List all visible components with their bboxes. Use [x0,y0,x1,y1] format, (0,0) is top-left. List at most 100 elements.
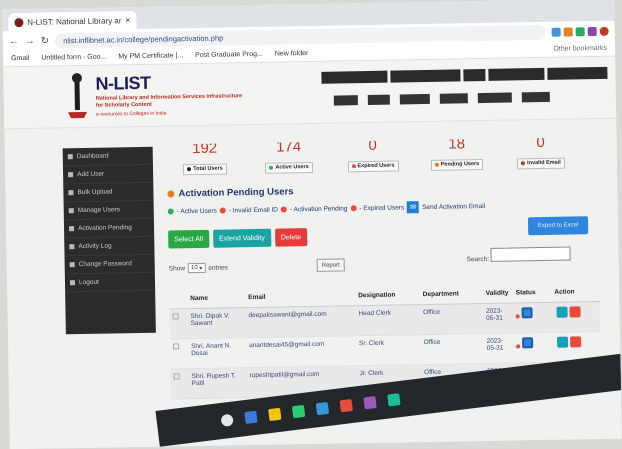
edit-icon[interactable] [557,336,569,348]
col-action[interactable]: Action [551,281,600,303]
cell-action [551,301,600,333]
taskbar-app-icon[interactable] [339,398,353,413]
site-favicon-icon [14,17,24,27]
extension-icon[interactable] [551,27,561,37]
stat-value: 192 [192,143,218,158]
col-status[interactable]: Status [512,282,552,304]
sidebar-item-dashboard[interactable]: Dashboard [62,146,153,167]
nav-item[interactable] [367,94,390,106]
bookmark-untitled-form[interactable]: Untitled form - Goo... [41,54,106,62]
pending-dot-icon [280,206,288,213]
nav-item[interactable] [439,93,468,104]
row-checkbox[interactable] [173,343,180,350]
col-validity[interactable]: Validity [482,283,513,304]
sidebar-item-logout[interactable]: Logout [64,272,156,293]
bulk-actions: Select All Extend Validity Delete Export… [168,216,608,250]
reload-icon[interactable]: ↻ [41,35,50,46]
status-button[interactable] [521,307,534,319]
active-users-button[interactable]: Active Users [265,161,313,174]
extend-validity-button[interactable]: Extend Validity [212,228,271,248]
taskbar-app-icon[interactable] [387,393,401,407]
sidebar-item-activation-pending[interactable]: Activation Pending [63,218,155,239]
cell-designation: Head Clerk [355,304,421,336]
pending-dot-icon [167,190,175,198]
cell-validity: 2023-05-31 [483,333,514,364]
taskbar-app-icon[interactable] [291,404,306,419]
log-icon [69,244,75,250]
nav-item[interactable] [477,92,512,104]
close-tab-icon[interactable]: × [125,15,130,25]
cell-name: Shri. Anant N. Desai [187,337,247,369]
export-excel-button[interactable]: Export to Excel [527,216,589,236]
col-email[interactable]: Email [245,286,356,308]
pending-users-button[interactable]: Pending Users [430,158,484,171]
sidebar-item-activity-log[interactable]: Activity Log [64,236,155,257]
cell-department: Office [419,303,484,335]
pending-dot-icon [516,344,521,349]
edit-icon[interactable] [556,306,568,318]
expired-dot-icon [350,205,357,212]
search-input[interactable] [490,246,571,262]
bookmark-gmail[interactable]: Gmail [11,55,29,62]
sidebar-item-add-user[interactable]: Add User [62,164,154,185]
pending-dot-icon [516,314,521,319]
nav-item[interactable] [521,91,550,103]
row-checkbox[interactable] [173,373,180,380]
send-email-icon[interactable]: ✉ [407,201,420,214]
cell-status [512,302,553,334]
browser-tab[interactable]: N-LIST: National Library and Info × [8,11,137,32]
extension-icon[interactable] [587,26,597,36]
active-dot-icon [167,208,174,215]
sidebar-item-manage-users[interactable]: Manage Users [63,200,154,221]
delete-icon[interactable] [570,336,582,348]
invalid-dot-icon [219,207,226,214]
cell-name: Shri. Dipak V. Sawant [187,307,246,339]
forward-icon[interactable]: → [25,35,35,46]
extension-icon[interactable] [563,26,573,37]
start-icon[interactable] [220,413,234,427]
cell-status [513,332,553,363]
col-name[interactable]: Name [187,288,246,309]
legend-send-email: Send Activation Email [422,202,486,211]
stat-value: 18 [448,138,466,153]
sidebar-item-bulk-upload[interactable]: Bulk Upload [63,182,154,203]
taskbar-app-icon[interactable] [363,396,377,410]
user-stats: 192 Total Users 174 Active Users 0 Expir… [167,137,607,177]
back-icon[interactable]: ← [9,36,19,47]
sidebar-item-change-password[interactable]: Change Password [64,254,155,275]
active-users-icon [269,165,274,170]
extension-icon[interactable] [575,26,585,36]
taskbar-app-icon[interactable] [244,410,258,425]
sidebar: Dashboard Add User Bulk Upload Manage Us… [62,146,156,335]
nav-item[interactable] [399,93,430,105]
nlist-logo-icon [68,73,88,119]
partner-logos [321,66,608,84]
expired-users-icon [351,164,356,169]
invalid-email-button[interactable]: Invalid Email [517,157,565,169]
pending-users-icon [434,162,439,167]
taskbar-app-icon[interactable] [315,401,330,416]
stat-value: 0 [368,140,377,155]
search-label: Search: [466,255,490,264]
bookmark-certificate[interactable]: My PM Certificate |... [118,52,183,60]
entries-select[interactable]: 10 ▾ [187,262,206,274]
report-button[interactable]: Report [316,258,345,272]
user-plus-icon [68,172,74,178]
total-users-button[interactable]: Total Users [183,162,227,175]
folder-icon[interactable] [268,407,282,422]
stat-pending-users: 18 Pending Users [425,139,490,172]
col-department[interactable]: Department [419,284,483,305]
profile-avatar-icon[interactable] [599,26,609,36]
main-content: 192 Total Users 174 Active Users 0 Expir… [167,137,611,400]
row-checkbox[interactable] [172,313,179,320]
col-designation[interactable]: Designation [355,285,420,306]
other-bookmarks[interactable]: Other bookmarks [553,45,607,53]
bookmark-pg-prog[interactable]: Post Graduate Prog... [195,51,263,59]
delete-icon[interactable] [569,306,581,318]
status-button[interactable] [522,337,534,349]
nav-item[interactable] [333,95,358,106]
select-all-button[interactable]: Select All [168,229,210,249]
delete-button[interactable]: Delete [274,228,308,247]
bookmark-new-folder[interactable]: New folder [275,50,309,58]
expired-users-button[interactable]: Expired Users [347,159,399,172]
